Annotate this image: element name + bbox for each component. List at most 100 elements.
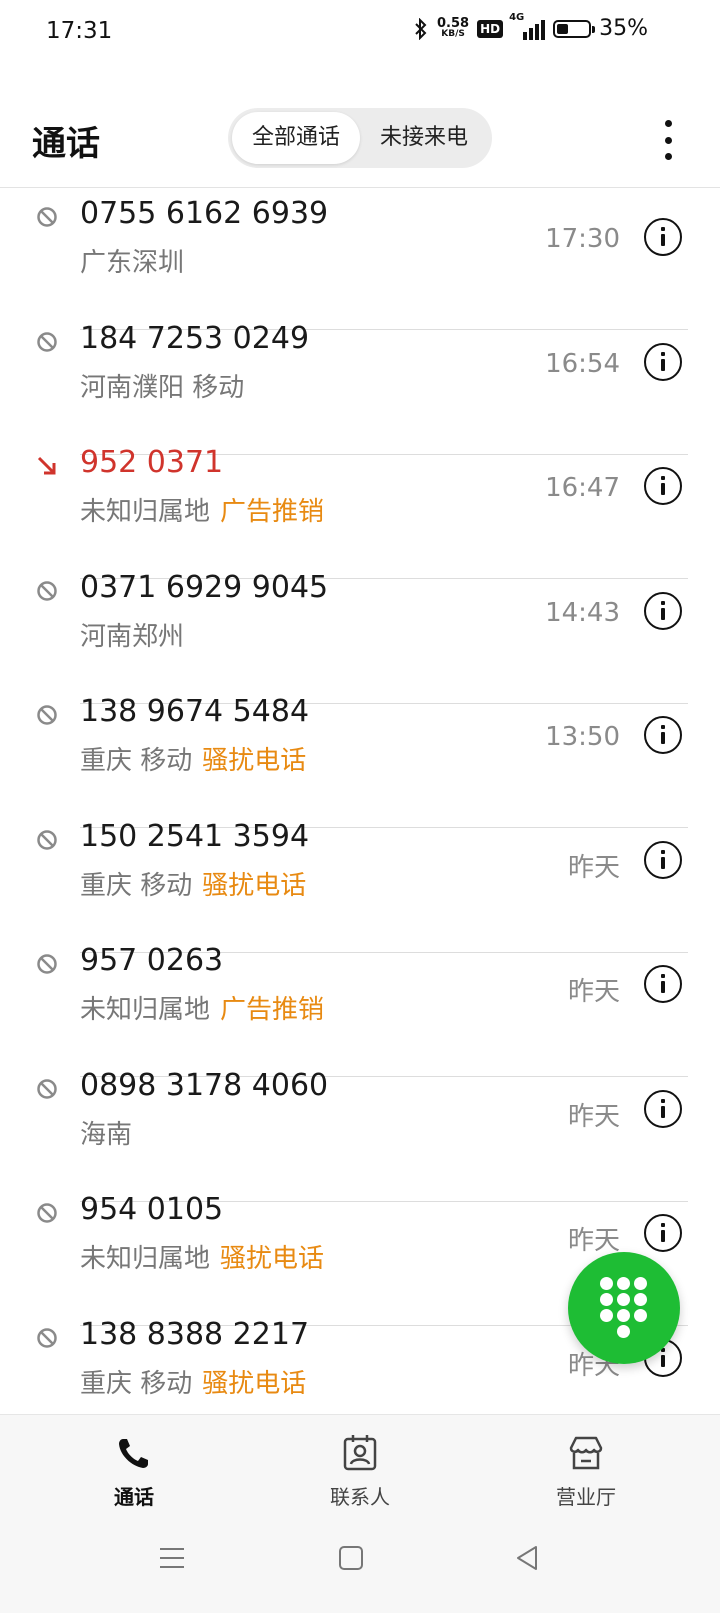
- blocked-call-icon: [37, 331, 57, 352]
- menu-icon[interactable]: [158, 1544, 186, 1572]
- home-icon[interactable]: [337, 1544, 365, 1572]
- dialpad-dot: [617, 1309, 630, 1322]
- info-icon[interactable]: [644, 342, 682, 381]
- call-number: 138 9674 5484: [80, 694, 310, 729]
- nav-label-calls: 通话: [114, 1485, 154, 1509]
- info-icon[interactable]: [644, 1089, 682, 1128]
- info-icon[interactable]: [644, 218, 682, 256]
- info-icon[interactable]: [644, 716, 682, 754]
- call-row[interactable]: 957 0263 未知归属地 广告推销 昨天: [0, 943, 720, 1077]
- location-text: 重庆 移动: [80, 870, 193, 901]
- call-row[interactable]: 0755 6162 6939 广东深圳 17:30: [0, 196, 720, 330]
- call-tag: 骚扰电话: [202, 1368, 307, 1399]
- call-row[interactable]: 0898 3178 4060 海南 昨天: [0, 1068, 720, 1202]
- status-icons: 0.58 KB/S HD 4G 35%: [413, 12, 648, 41]
- battery-icon: [553, 19, 596, 38]
- call-row[interactable]: 0371 6929 9045 河南郑州 14:43: [0, 570, 720, 704]
- dialpad-dot: [617, 1325, 630, 1338]
- dialpad-dot: [634, 1309, 647, 1322]
- call-time: 16:54: [545, 348, 620, 379]
- net-speed: 0.58 KB/S: [437, 15, 470, 39]
- call-time: 昨天: [567, 852, 620, 883]
- contacts-icon: [343, 1435, 377, 1471]
- nav-label-contacts: 联系人: [330, 1485, 390, 1509]
- network-type: 4G: [509, 11, 525, 23]
- tab-all-calls[interactable]: 全部通话: [232, 112, 360, 164]
- blocked-call-icon: [37, 1203, 57, 1223]
- blocked-call-icon: [37, 954, 57, 974]
- dialpad-dot: [617, 1277, 630, 1290]
- call-location: 河南濮阳 移动: [80, 367, 244, 404]
- nav-label-store: 营业厅: [556, 1485, 616, 1509]
- call-time: 14:43: [545, 597, 620, 628]
- call-tag: 骚扰电话: [220, 1244, 325, 1274]
- system-nav-bar: [0, 1530, 720, 1590]
- phone-icon: [119, 1439, 148, 1468]
- call-location: 重庆 移动 骚扰电话: [80, 1363, 306, 1400]
- blocked-call-icon: [37, 580, 57, 601]
- info-icon[interactable]: [644, 591, 682, 630]
- call-number: 138 8388 2217: [80, 1316, 310, 1352]
- call-location: 重庆 移动 骚扰电话: [80, 865, 306, 902]
- call-time: 昨天: [567, 1101, 620, 1132]
- call-row[interactable]: 138 9674 5484 重庆 移动 骚扰电话 13:50: [0, 694, 720, 828]
- dialpad-dot: [634, 1277, 647, 1290]
- info-icon[interactable]: [644, 467, 682, 505]
- more-vertical-icon[interactable]: [660, 120, 676, 160]
- call-filter-tabs: 全部通话 未接来电: [228, 108, 492, 168]
- call-number: 184 7253 0249: [80, 320, 310, 356]
- missed-call-icon: [37, 456, 56, 475]
- call-row[interactable]: 150 2541 3594 重庆 移动 骚扰电话 昨天: [0, 819, 720, 953]
- dialpad-button[interactable]: [568, 1252, 680, 1364]
- bluetooth-icon: [415, 17, 427, 40]
- call-time: 昨天: [567, 1226, 620, 1256]
- call-number: 957 0263: [80, 943, 224, 978]
- nav-item-store[interactable]: 营业厅: [506, 1433, 666, 1510]
- call-location: 海南: [80, 1114, 132, 1151]
- info-icon[interactable]: [644, 840, 682, 879]
- call-number: 952 0371: [80, 445, 224, 480]
- dialpad-dot: [600, 1277, 613, 1290]
- dialpad-dot: [634, 1293, 647, 1306]
- call-number: 0371 6929 9045: [80, 569, 329, 605]
- store-icon: [569, 1436, 603, 1470]
- location-text: 重庆 移动: [80, 1368, 193, 1399]
- app-header: 通话 全部通话 未接来电: [0, 96, 720, 186]
- call-tag: 骚扰电话: [202, 870, 307, 901]
- info-icon[interactable]: [644, 965, 682, 1003]
- bottom-nav: 通话 联系人 营业厅: [0, 1414, 720, 1613]
- call-location: 未知归属地 广告推销: [80, 491, 324, 528]
- location-text: 河南濮阳 移动: [80, 372, 245, 403]
- call-location: 未知归属地 骚扰电话: [80, 1238, 324, 1275]
- call-number: 150 2541 3594: [80, 818, 310, 854]
- call-list[interactable]: 0755 6162 6939 广东深圳 17:30 184 7253 0249 河南濮阳…: [0, 188, 720, 1414]
- call-time: 昨天: [567, 977, 620, 1007]
- call-number: 954 0105: [80, 1192, 224, 1227]
- back-icon[interactable]: [514, 1544, 542, 1572]
- call-time: 16:47: [545, 473, 620, 503]
- location-text: 海南: [80, 1119, 133, 1150]
- info-icon[interactable]: [644, 1214, 682, 1252]
- status-time: 17:31: [46, 18, 113, 44]
- call-tag: 骚扰电话: [202, 746, 307, 776]
- blocked-call-icon: [37, 705, 57, 725]
- call-number: 0898 3178 4060: [80, 1067, 329, 1103]
- location-text: 河南郑州: [80, 621, 185, 652]
- blocked-call-icon: [37, 1078, 57, 1099]
- nav-item-contacts[interactable]: 联系人: [280, 1433, 440, 1510]
- net-speed-value: 0.58: [437, 15, 470, 31]
- hd-icon: HD: [477, 19, 504, 38]
- page-title: 通话: [32, 124, 100, 164]
- call-row[interactable]: 184 7253 0249 河南濮阳 移动 16:54: [0, 321, 720, 455]
- call-time: 13:50: [545, 722, 620, 752]
- tab-missed-calls[interactable]: 未接来电: [360, 112, 488, 164]
- battery-percent: 35%: [599, 16, 648, 41]
- call-number: 0755 6162 6939: [80, 196, 329, 231]
- location-text: 广东深圳: [80, 248, 185, 278]
- location-text: 未知归属地: [80, 1244, 211, 1274]
- nav-item-calls[interactable]: 通话: [54, 1433, 214, 1510]
- battery-fill: [557, 23, 568, 34]
- call-row[interactable]: 952 0371 未知归属地 广告推销 16:47: [0, 445, 720, 579]
- location-text: 重庆 移动: [80, 746, 193, 776]
- signal-icon: 4G: [509, 12, 546, 40]
